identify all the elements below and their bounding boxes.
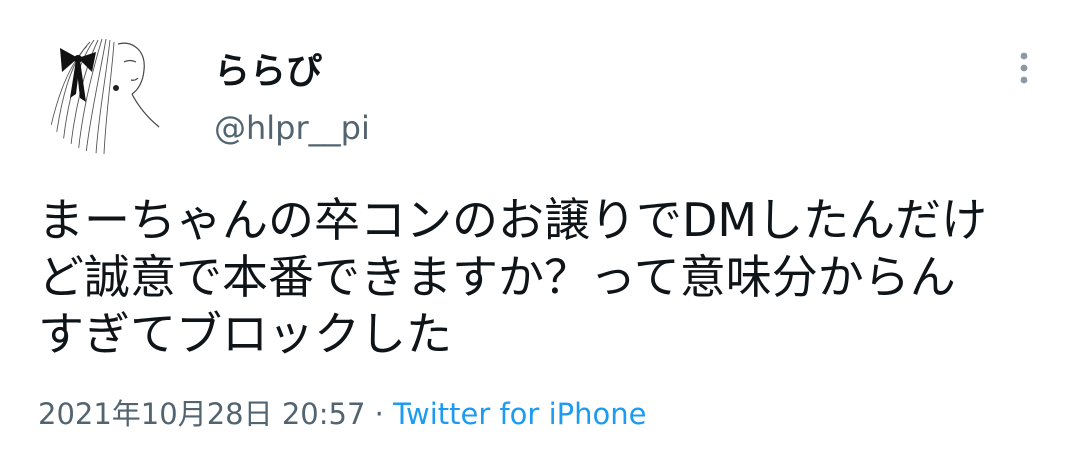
more-options-button[interactable] <box>1004 44 1044 92</box>
tweet-text: まーちゃんの卒コンのお譲りでDMしたんだけ ど誠意で本番できますか？って意味分か… <box>38 192 1048 363</box>
author-handle[interactable]: @hlpr__pi <box>214 106 370 150</box>
tweet-source-link[interactable]: Twitter for iPhone <box>393 397 646 431</box>
avatar-illustration <box>40 22 172 154</box>
avatar[interactable] <box>40 22 172 154</box>
tweet-text-line: すぎてブロックした <box>38 307 452 361</box>
tweet-timestamp[interactable]: 2021年10月28日 20:57 <box>38 397 365 431</box>
tweet-text-line: ど誠意で本番できますか？って意味分からん <box>38 250 956 304</box>
tweet-text-line: まーちゃんの卒コンのお譲りでDMしたんだけ <box>38 193 988 247</box>
tweet-card: ららぴ @hlpr__pi まーちゃんの卒コンのお譲りでDMしたんだけ ど誠意で… <box>0 0 1080 461</box>
meta-separator: · <box>365 397 394 431</box>
author-display-name[interactable]: ららぴ <box>214 50 322 94</box>
tweet-metadata: 2021年10月28日 20:57 · Twitter for iPhone <box>38 392 646 436</box>
more-vertical-icon <box>1020 52 1028 84</box>
